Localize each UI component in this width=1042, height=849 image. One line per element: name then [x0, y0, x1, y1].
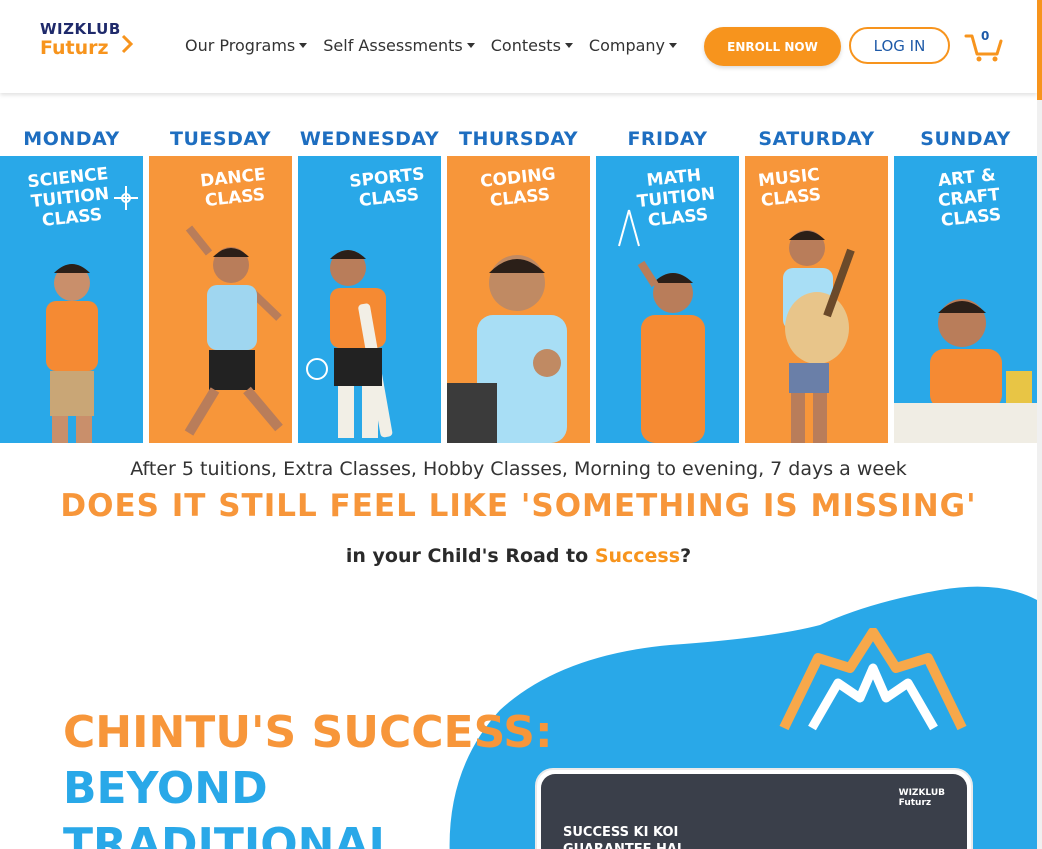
day-name: FRIDAY: [627, 128, 708, 150]
chintu-line1: CHINTU'S SUCCESS:: [63, 707, 553, 758]
day-name: TUESDAY: [170, 128, 271, 150]
video-thumbnail[interactable]: SUCCESS KI KOI GUARANTEE HAI WIZKLUB Fut…: [541, 774, 967, 849]
kid-illustration: [637, 260, 705, 443]
class-panel: CODING CLASS: [447, 156, 590, 443]
kid-illustration: [46, 264, 98, 443]
chevron-down-icon: [564, 43, 573, 48]
chevron-down-icon: [466, 43, 475, 48]
class-panel: ART & CRAFT CLASS: [894, 156, 1037, 443]
page-scrollbar[interactable]: [1037, 0, 1042, 849]
chevron-down-icon: [669, 43, 678, 48]
kid-illustration: [447, 255, 567, 443]
class-label: SPORTS CLASS: [348, 164, 426, 212]
nav-company-label: Company: [588, 36, 666, 55]
day-column-wednesday: WEDNESDAY SPORTS CLASS: [298, 120, 441, 443]
nav-self-assessments[interactable]: Self Assessments: [323, 36, 475, 55]
kid-illustration: [330, 250, 393, 438]
wizklub-logo[interactable]: WIZKLUB Futurz: [40, 20, 140, 64]
class-panel: SCIENCE TUITION CLASS: [0, 156, 143, 443]
road-suffix: ?: [680, 545, 692, 567]
logo-line1: WIZKLUB: [40, 20, 121, 38]
video-logo-line2: Futurz: [898, 798, 932, 808]
login-button[interactable]: LOG IN: [849, 27, 950, 64]
something-missing-heading: DOES IT STILL FEEL LIKE 'SOMETHING IS MI…: [60, 488, 977, 524]
ball-doodle-icon: [306, 358, 328, 380]
chevron-down-icon: [299, 43, 308, 48]
logo-line2: Futurz: [40, 37, 109, 59]
scrollbar-thumb[interactable]: [1037, 0, 1042, 100]
class-panel: MUSIC CLASS: [745, 156, 888, 443]
video-logo-line1: WIZKLUB: [898, 788, 945, 798]
video-caption-line1: SUCCESS KI KOI: [563, 825, 679, 840]
cart-count-badge: 0: [981, 29, 990, 43]
video-caption-line2: GUARANTEE HAI: [563, 841, 682, 849]
day-name: THURSDAY: [458, 128, 579, 150]
road-to-success-text: in your Child's Road to Success?: [0, 545, 1037, 567]
day-name: SATURDAY: [758, 128, 875, 150]
day-column-sunday: SUNDAY ART & CRAFT CLASS: [894, 120, 1037, 443]
class-label: ART & CRAFT CLASS: [937, 165, 1003, 231]
day-column-friday: FRIDAY MATH TUITION CLASS: [596, 120, 739, 443]
atom-doodle-icon: [114, 186, 138, 210]
top-navbar: WIZKLUB Futurz Our Programs Self Assessm…: [0, 0, 1037, 93]
nav-contests[interactable]: Contests: [491, 36, 573, 55]
chintu-success-heading: CHINTU'S SUCCESS: BEYOND TRADITIONAL: [63, 705, 553, 849]
nav-company[interactable]: Company: [588, 36, 678, 55]
page: WIZKLUB Futurz Our Programs Self Assessm…: [0, 0, 1042, 849]
day-column-thursday: THURSDAY CODING CLASS: [447, 120, 590, 443]
chintu-line3: TRADITIONAL: [63, 819, 397, 849]
weekly-schedule-banner: MONDAY SCIENCE TUITION CLASS TUESDAY DAN…: [0, 120, 1037, 443]
road-highlight: Success: [594, 545, 681, 567]
nav-our-programs-label: Our Programs: [185, 36, 296, 55]
class-panel: SPORTS CLASS: [298, 156, 441, 443]
road-prefix: in your Child's Road to: [345, 545, 595, 567]
class-label: CODING CLASS: [479, 164, 557, 212]
day-name: SUNDAY: [920, 128, 1011, 150]
day-column-tuesday: TUESDAY DANCE CLASS: [149, 120, 292, 443]
nav-our-programs[interactable]: Our Programs: [185, 36, 308, 55]
kid-illustration: [783, 230, 855, 443]
class-label: DANCE CLASS: [199, 164, 267, 212]
video-logo: WIZKLUB Futurz: [899, 788, 945, 808]
nav-self-assessments-label: Self Assessments: [323, 36, 463, 55]
enroll-now-button[interactable]: ENROLL NOW: [704, 27, 841, 66]
nav-contests-label: Contests: [490, 36, 561, 55]
kid-illustration: [184, 225, 283, 436]
class-panel: DANCE CLASS: [149, 156, 292, 443]
compass-doodle-icon: [618, 209, 640, 247]
day-name: WEDNESDAY: [299, 128, 440, 150]
day-column-saturday: SATURDAY MUSIC CLASS: [745, 120, 888, 443]
logo-chevron-icon: [121, 34, 134, 54]
zigzag-star-icon: [779, 628, 967, 731]
day-column-monday: MONDAY SCIENCE TUITION CLASS: [0, 120, 143, 443]
tagline-text: After 5 tuitions, Extra Classes, Hobby C…: [130, 458, 907, 480]
success-video-card[interactable]: SUCCESS KI KOI GUARANTEE HAI WIZKLUB Fut…: [535, 768, 973, 849]
class-label: MUSIC CLASS: [757, 164, 823, 212]
chintu-line2: BEYOND: [63, 763, 268, 814]
class-panel: MATH TUITION CLASS: [596, 156, 739, 443]
video-caption: SUCCESS KI KOI GUARANTEE HAI: [563, 824, 682, 849]
kid-illustration: [894, 299, 1037, 443]
main-nav: Our Programs Self Assessments Contests C…: [185, 36, 693, 55]
day-name: MONDAY: [23, 128, 120, 150]
